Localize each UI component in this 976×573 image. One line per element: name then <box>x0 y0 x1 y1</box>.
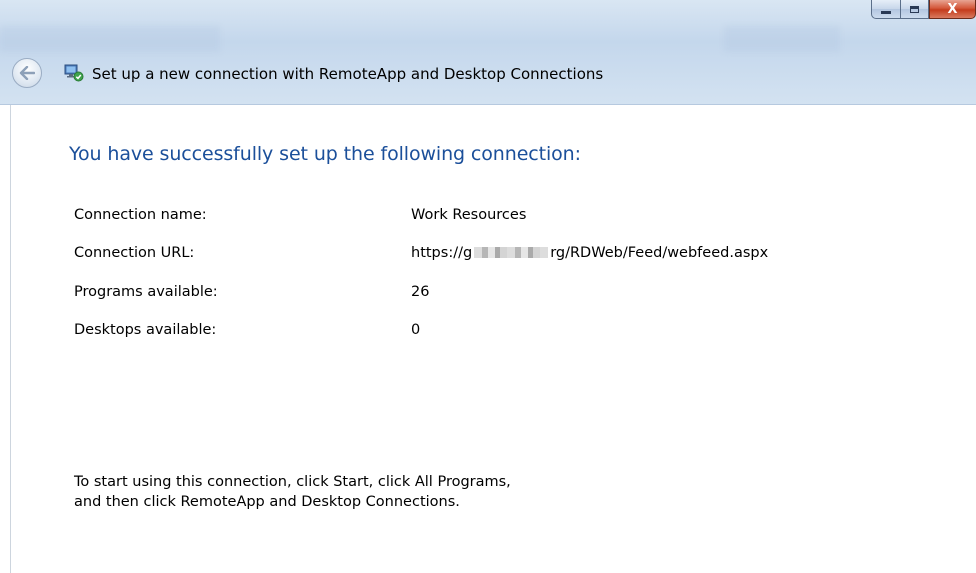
back-button[interactable] <box>12 58 42 88</box>
connection-name-row: Connection name: Work Resources <box>74 207 954 229</box>
back-arrow-icon <box>19 66 35 80</box>
wizard-window: X Set up a new connection with RemoteApp… <box>0 0 976 573</box>
wizard-content: You have successfully set up the followi… <box>0 105 976 573</box>
close-icon: X <box>947 1 958 17</box>
connection-url-value: https://g rg/RDWeb/Feed/webfeed.aspx <box>411 245 768 261</box>
programs-available-row: Programs available: 26 <box>74 284 954 306</box>
maximize-button[interactable] <box>900 0 929 19</box>
connection-url-label: Connection URL: <box>74 245 195 261</box>
usage-instructions: To start using this connection, click St… <box>74 474 511 510</box>
programs-available-label: Programs available: <box>74 284 218 300</box>
desktops-available-value: 0 <box>411 322 421 338</box>
wizard-title: Set up a new connection with RemoteApp a… <box>92 65 604 83</box>
close-button[interactable]: X <box>929 0 976 19</box>
connection-name-value: Work Resources <box>411 207 527 223</box>
maximize-icon <box>910 5 919 13</box>
page-heading: You have successfully set up the followi… <box>69 143 581 165</box>
connection-url-suffix: rg/RDWeb/Feed/webfeed.aspx <box>550 245 769 261</box>
connection-name-label: Connection name: <box>74 207 207 223</box>
redacted-text <box>474 247 549 258</box>
minimize-icon <box>881 10 891 14</box>
caption-buttons: X <box>871 0 976 20</box>
background-window-text <box>0 26 220 52</box>
remoteapp-connection-icon <box>64 64 84 82</box>
minimize-button[interactable] <box>871 0 900 19</box>
desktops-available-label: Desktops available: <box>74 322 217 338</box>
desktops-available-row: Desktops available: 0 <box>74 322 954 344</box>
connection-url-prefix: https://g <box>411 245 473 261</box>
content-frame-border <box>10 105 11 573</box>
window-title-bar: X Set up a new connection with RemoteApp… <box>0 0 976 105</box>
programs-available-value: 26 <box>411 284 430 300</box>
connection-url-row: Connection URL: https://g rg/RDWeb/Feed/w… <box>74 245 954 267</box>
background-window-button <box>724 26 840 52</box>
